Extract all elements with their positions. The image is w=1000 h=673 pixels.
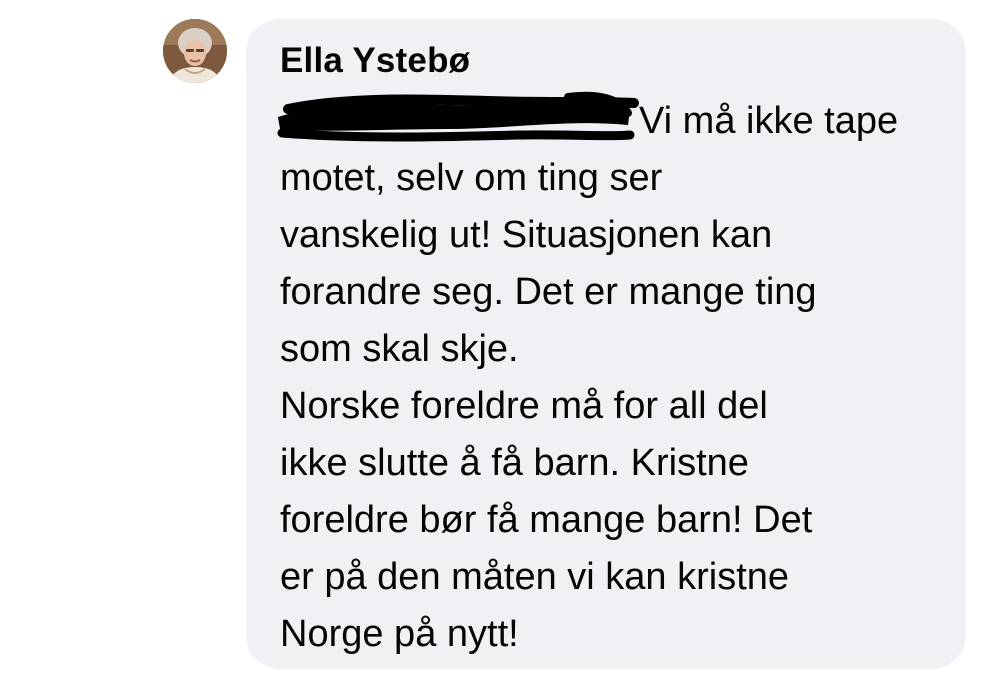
comment-line-1: Vi må ikke tape (277, 91, 966, 150)
comment-text: Vi må ikke tape motet, selv om ting ser … (277, 91, 966, 663)
comment-bubble: Ella Ystebø Vi må ikke tape motet, selv … (246, 19, 966, 669)
comment-line-1-text: Vi må ikke tape (639, 100, 899, 142)
comment-line-4: forandre seg. Det er mange ting (280, 271, 817, 313)
comment-line-6: Norske foreldre må for all del (280, 385, 768, 427)
redacted-mention[interactable] (277, 91, 639, 142)
avatar-photo-icon (163, 19, 227, 83)
comment-author-name[interactable]: Ella Ystebø (280, 41, 470, 81)
author-avatar[interactable] (163, 19, 227, 83)
comment-line-10: Norge på nytt! (280, 613, 519, 655)
comment-line-9: er på den måten vi kan kristne (280, 556, 790, 598)
comment-line-3: vanskelig ut! Situasjonen kan (280, 214, 773, 256)
comment-line-2: motet, selv om ting ser (280, 157, 663, 199)
comment-line-5: som skal skje. (280, 328, 519, 370)
comment-line-7: ikke slutte å få barn. Kristne (280, 442, 749, 484)
comment-line-8: foreldre bør få mange barn! Det (280, 499, 813, 541)
redaction-scribble-icon (277, 91, 639, 142)
